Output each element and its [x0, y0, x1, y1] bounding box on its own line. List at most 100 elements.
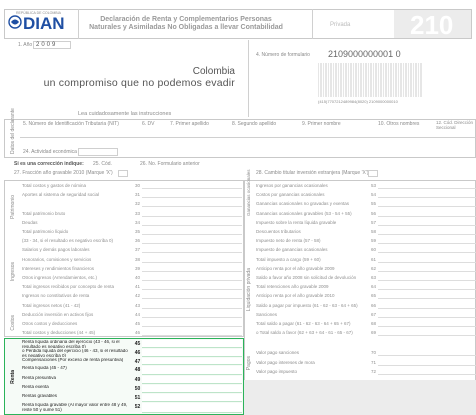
left-row-value-field[interactable] — [142, 329, 242, 337]
left-row-label: Total ingresos recibidos por concepto de… — [22, 284, 115, 290]
left-row-label: (33 - 34, si el resultado es negativo es… — [22, 238, 114, 244]
right-row-number: 58 — [370, 229, 376, 234]
right-row-value-field[interactable] — [378, 200, 476, 208]
right-row-value-field[interactable] — [378, 237, 476, 245]
right-row-label: Saldo a favor año 2008 sin solicitud de … — [256, 275, 357, 280]
renta-row-number: 49 — [134, 377, 141, 383]
dian-emblem-icon — [8, 15, 22, 29]
right-row-number: 59 — [370, 238, 376, 244]
left-row-value-field[interactable] — [142, 311, 242, 318]
right-row-value-field[interactable] — [378, 283, 476, 291]
right-row-value-field[interactable] — [378, 292, 476, 300]
renta-row-number: 50 — [134, 386, 141, 392]
pagos-row-value-field[interactable] — [378, 368, 476, 375]
renta-row-value-field[interactable] — [142, 366, 242, 375]
left-row-number: 41 — [134, 284, 140, 290]
left-row-value-field[interactable] — [142, 256, 242, 263]
right-row-label: Anticipo renta por el año gravable 2010 — [256, 293, 335, 299]
activity-field[interactable] — [78, 148, 118, 156]
left-row-value-field[interactable] — [142, 191, 242, 199]
left-row-value-field[interactable] — [142, 200, 242, 208]
left-row-value-field[interactable] — [142, 182, 242, 189]
form-number-label: 4. Número de formulario — [256, 52, 310, 58]
left-row-label: Total ingresos netos (41 - 42) — [22, 302, 81, 308]
change-owner-checkbox[interactable] — [368, 170, 378, 177]
change-owner-label: 28. Cambio titular inversión extranjera … — [256, 170, 369, 176]
left-row-label: Total patrimonio bruto — [22, 210, 66, 216]
pagos-label: Pagos — [246, 356, 252, 371]
right-row-number: 56 — [370, 210, 376, 216]
costos-label: Costos — [10, 315, 16, 331]
left-row-label: Deudas — [22, 219, 38, 225]
right-row-value-field[interactable] — [378, 228, 476, 235]
ingresos-label: Ingresos — [10, 262, 16, 282]
surname1-label: 7. Primer apellido — [170, 121, 209, 127]
prev-form-label: 26. No. Formulario anterior — [140, 161, 200, 167]
renta-row-value-field[interactable] — [142, 358, 242, 365]
renta-row-number: 51 — [134, 395, 141, 401]
left-row-label: Intereses y rendimientos financieros — [22, 265, 95, 271]
right-row-value-field[interactable] — [378, 256, 476, 263]
right-row-value-field[interactable] — [378, 182, 476, 189]
declarant-section-label: Datos del declarante — [10, 108, 16, 154]
renta-row-number: 45 — [134, 341, 141, 347]
left-row-label: Aportes al sistema de seguridad social — [22, 192, 100, 198]
left-row-value-field[interactable] — [142, 320, 242, 327]
pagos-row-value-field[interactable] — [378, 359, 476, 366]
right-row-value-field[interactable] — [378, 311, 476, 318]
left-row-number: 44 — [134, 311, 140, 317]
right-row-number: 55 — [370, 201, 376, 207]
left-row-value-field[interactable] — [142, 246, 242, 254]
renta-row-label: Renta líquida ordinaria del ejercicio (4… — [22, 340, 120, 348]
fraction-checkbox[interactable] — [118, 170, 128, 177]
left-row-value-field[interactable] — [142, 265, 242, 272]
right-row-value-field[interactable] — [378, 191, 476, 199]
left-row-value-field[interactable] — [142, 302, 242, 309]
right-row-value-field[interactable] — [378, 320, 476, 327]
pagos-row-value-field[interactable] — [378, 349, 476, 356]
left-row-label — [22, 200, 133, 207]
correction-code-label: 25. Cód. — [93, 161, 112, 167]
left-row-value-field[interactable] — [142, 283, 242, 291]
right-row-value-field[interactable] — [378, 329, 476, 337]
left-row-label: Otros ingresos (Arrendamientos, etc.) — [22, 275, 98, 280]
banner-country: Colombia — [192, 66, 235, 77]
right-row-number: 67 — [370, 311, 376, 317]
left-row-value-field[interactable] — [142, 210, 242, 217]
right-row-value-field[interactable] — [378, 302, 476, 309]
left-row-number: 39 — [134, 265, 140, 271]
left-row-label: Ingresos no constitutivos de renta — [22, 293, 90, 299]
renta-row-label: Renta exenta — [22, 385, 49, 389]
left-row-value-field[interactable] — [142, 219, 242, 226]
right-row-label: Anticipo renta por el año gravable 2009 — [256, 265, 335, 271]
form-number: 210 — [410, 10, 454, 40]
renta-row-value-field[interactable] — [142, 340, 242, 348]
right-row-value-field[interactable] — [378, 274, 476, 281]
correction-label: Si es una corrección indique: — [14, 161, 84, 167]
right-row-value-field[interactable] — [378, 265, 476, 272]
dv-label: 6. DV — [142, 121, 155, 127]
right-row-number: 53 — [370, 183, 376, 188]
renta-row-number: 48 — [134, 367, 141, 373]
left-row-value-field[interactable] — [142, 228, 242, 235]
renta-row-value-field[interactable] — [142, 349, 242, 357]
pagos-row-label: Valor pago intereses de mora — [256, 359, 315, 365]
right-row-label: Total impuesto a cargo (59 + 60) — [256, 256, 321, 262]
renta-row-value-field[interactable] — [142, 376, 242, 384]
right-row-label: Impuesto sobre la renta líquida gravable — [256, 219, 337, 225]
renta-row-value-field[interactable] — [142, 394, 242, 402]
barcode — [318, 63, 422, 97]
renta-row-value-field[interactable] — [142, 403, 242, 413]
left-row-value-field[interactable] — [142, 274, 242, 281]
right-row-value-field[interactable] — [378, 219, 476, 226]
left-row-label: Total costos y deducciones (44 + 45) — [22, 330, 96, 336]
left-row-value-field[interactable] — [142, 292, 242, 300]
renta-row-label: Renta líquida gravable (Al mayor valor e… — [22, 403, 128, 412]
right-row-value-field[interactable] — [378, 246, 476, 254]
left-row-number: 31 — [134, 192, 140, 198]
right-row-value-field[interactable] — [378, 210, 476, 217]
renta-row-number: 52 — [134, 404, 141, 410]
renta-row-value-field[interactable] — [142, 385, 242, 393]
left-row-number: 33 — [134, 210, 140, 216]
left-row-value-field[interactable] — [142, 237, 242, 245]
